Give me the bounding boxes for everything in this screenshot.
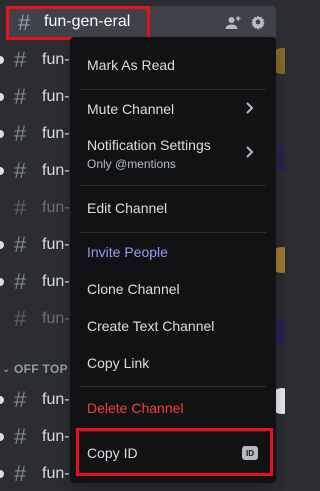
hashtag-icon: #: [14, 47, 27, 72]
chevron-down-icon: ⌄: [2, 363, 11, 375]
channel-name: fun-: [42, 162, 70, 179]
gear-icon[interactable]: [250, 14, 266, 32]
menu-separator: [80, 185, 266, 186]
hashtag-icon: #: [14, 84, 27, 109]
unread-dot: [0, 130, 4, 138]
menu-item-clone-channel[interactable]: Clone Channel: [78, 273, 268, 305]
highlight-box-channel: [6, 6, 150, 40]
unread-dot: [0, 433, 4, 441]
menu-item-invite-people[interactable]: Invite People: [78, 236, 268, 268]
menu-item-sublabel: Only @mentions: [87, 157, 176, 171]
discord-window: # fun-gen-eral # fun- # fun- # fun- # fu…: [0, 0, 285, 491]
channel-name: fun-: [42, 88, 70, 105]
menu-item-label: Clone Channel: [87, 281, 180, 297]
channel-actions: [224, 14, 266, 32]
channel-name: fun-: [42, 51, 70, 68]
chevron-right-icon: [244, 145, 256, 162]
unread-dot: [0, 56, 4, 64]
unread-dot: [0, 470, 4, 478]
menu-separator: [80, 89, 266, 90]
menu-item-label: Notification Settings: [87, 137, 211, 153]
chevron-right-icon: [244, 101, 256, 118]
unread-dot: [0, 241, 4, 249]
menu-item-mark-as-read[interactable]: Mark As Read: [78, 49, 268, 81]
channel-name: fun-: [42, 428, 70, 445]
unread-dot: [0, 396, 4, 404]
menu-item-delete-channel[interactable]: Delete Channel: [78, 392, 268, 424]
menu-item-create-text-channel[interactable]: Create Text Channel: [78, 310, 268, 342]
menu-item-label: Create Text Channel: [87, 318, 215, 334]
hashtag-icon: #: [14, 158, 27, 183]
menu-item-label: Mute Channel: [87, 101, 175, 117]
channel-name: fun-: [42, 236, 70, 253]
unread-dot: [0, 93, 4, 101]
menu-item-label: Invite People: [87, 244, 168, 260]
highlight-box-copy-id: [76, 428, 273, 476]
menu-item-notification-settings[interactable]: Notification Settings Only @mentions: [78, 133, 268, 177]
menu-item-label: Mark As Read: [87, 57, 175, 73]
channel-name: fun-: [42, 199, 70, 216]
hashtag-icon: #: [14, 461, 27, 486]
menu-item-label: Delete Channel: [87, 400, 184, 416]
menu-item-copy-link[interactable]: Copy Link: [78, 347, 268, 379]
channel-name: fun-: [42, 310, 70, 327]
hashtag-icon: #: [14, 269, 27, 294]
menu-item-edit-channel[interactable]: Edit Channel: [78, 192, 268, 224]
category-label: OFF TOP: [14, 362, 68, 376]
unread-dot: [0, 278, 4, 286]
channel-name: fun-: [42, 125, 70, 142]
menu-item-label: Edit Channel: [87, 200, 168, 216]
menu-item-label: Copy Link: [87, 355, 150, 371]
hashtag-icon: #: [14, 121, 27, 146]
add-member-icon[interactable]: [224, 14, 242, 32]
hashtag-icon: #: [14, 306, 27, 331]
hashtag-icon: #: [14, 387, 27, 412]
hashtag-icon: #: [14, 232, 27, 257]
channel-name: fun-: [42, 273, 70, 290]
context-menu: Mark As Read Mute Channel Notification S…: [70, 37, 276, 483]
menu-item-mute-channel[interactable]: Mute Channel: [78, 93, 268, 125]
hashtag-icon: #: [14, 424, 27, 449]
menu-separator: [80, 232, 266, 233]
hashtag-icon: #: [14, 195, 27, 220]
channel-name: fun-: [42, 391, 70, 408]
menu-separator: [80, 386, 266, 387]
unread-dot: [0, 167, 4, 175]
